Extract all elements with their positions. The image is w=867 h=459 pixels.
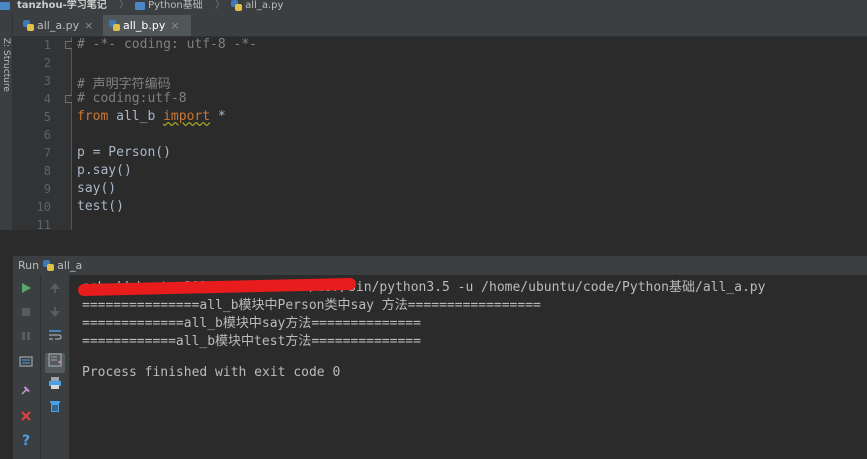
code-line-5: from all_b import * [77, 109, 226, 124]
rerun-up-icon[interactable] [45, 280, 65, 300]
pin-icon[interactable] [16, 383, 36, 403]
run-toolbar-primary: ? [13, 275, 41, 459]
breadcrumb-folder[interactable]: Python基础 [135, 0, 203, 12]
tab-all-a[interactable]: all_a.py × [17, 15, 97, 36]
run-toolbar-secondary [41, 275, 70, 459]
line-number: 6 [43, 128, 51, 142]
run-console-output[interactable]: ssh://ubuntu@192.168.56.22:22/usr/bin/py… [70, 275, 867, 459]
line-number-gutter: 1 2 3 4 5 6 7 8 9 10 11 [13, 37, 73, 232]
python-file-icon [231, 0, 243, 11]
run-icon[interactable] [16, 280, 36, 300]
code-line-3: # 声明字符编码 [77, 77, 171, 92]
print-icon[interactable] [45, 376, 65, 396]
soft-wrap-icon[interactable] [45, 328, 65, 348]
code-line-1: # -*- coding: utf-8 -*- [77, 37, 258, 52]
editor-run-separator[interactable] [0, 230, 867, 255]
line-number: 8 [43, 164, 51, 178]
console-output-line: =============all_b模块中say方法============== [82, 316, 421, 331]
console-output-line: ===============all_b模块中Person类中say 方法===… [82, 298, 541, 313]
folder-icon [135, 2, 146, 10]
code-line-9: say() [77, 181, 117, 196]
editor-tab-bar: all_a.py × all_b.py × [13, 12, 867, 37]
breadcrumb-file[interactable]: all_a.py [231, 0, 283, 12]
module-name: all_b [116, 109, 156, 124]
python-file-icon [43, 260, 55, 271]
keyword-from: from [77, 109, 109, 124]
close-tab-icon[interactable]: × [170, 19, 179, 32]
import-star: * [217, 109, 226, 124]
line-number: 10 [36, 200, 51, 214]
scroll-down-icon[interactable] [45, 304, 65, 324]
code-editor[interactable]: # -*- coding: utf-8 -*- # 声明字符编码 # codin… [72, 37, 867, 230]
stop-icon[interactable] [16, 304, 36, 324]
pause-icon[interactable] [16, 328, 36, 348]
breadcrumb: tanzhou-学习笔记 〉 Python基础 〉 all_a.py [0, 0, 867, 12]
line-number: 9 [43, 182, 51, 196]
console-exit-message: Process finished with exit code 0 [82, 365, 341, 380]
trash-icon[interactable] [45, 399, 65, 419]
line-number: 5 [43, 110, 51, 124]
console-output-line: ============all_b模块中test方法============== [82, 334, 421, 349]
breadcrumb-project[interactable]: tanzhou-学习笔记 [0, 0, 107, 12]
close-tab-icon[interactable]: × [84, 19, 93, 32]
dump-threads-icon[interactable] [16, 355, 36, 375]
code-line-7: p = Person() [77, 145, 171, 160]
run-config-name: all_a [57, 259, 83, 272]
line-number: 7 [43, 146, 51, 160]
close-icon[interactable] [16, 408, 36, 428]
line-number: 4 [43, 92, 51, 106]
structure-tool-tab[interactable]: Z: Structure [0, 34, 12, 114]
folder-icon [0, 2, 10, 10]
scroll-to-end-icon[interactable] [45, 353, 65, 373]
code-line-10: test() [77, 199, 124, 214]
tab-all-b[interactable]: all_b.py × [103, 15, 191, 36]
python-file-icon [23, 20, 34, 31]
breadcrumb-separator: 〉 [118, 0, 129, 11]
code-line-4: # coding:utf-8 [77, 91, 187, 106]
run-label: Run [18, 259, 40, 272]
help-icon[interactable]: ? [16, 431, 36, 451]
line-number: 3 [43, 74, 51, 88]
code-line-8: p.say() [77, 163, 132, 178]
run-panel-header: Run all_a [13, 256, 867, 275]
line-number: 1 [43, 38, 51, 52]
python-file-icon [109, 20, 120, 31]
keyword-import: import [163, 109, 211, 124]
breadcrumb-separator: 〉 [214, 0, 225, 11]
line-number: 2 [43, 56, 51, 70]
structure-tab-label: Z: Structure [1, 38, 11, 92]
left-tool-strip: Z: Structure [0, 12, 13, 255]
